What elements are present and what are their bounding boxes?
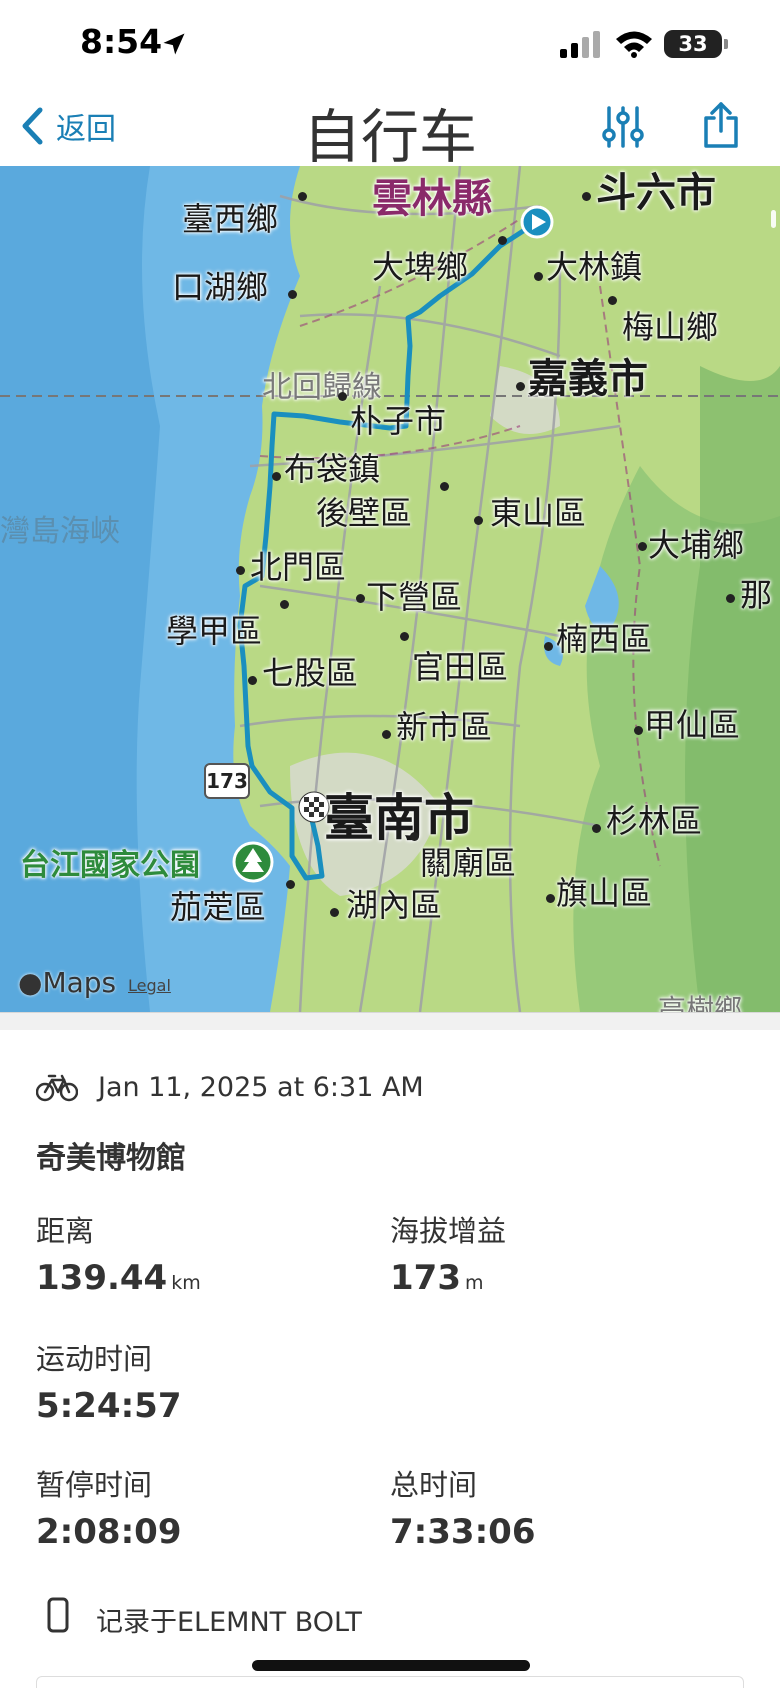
- map-label-douliu: 斗六市: [596, 170, 716, 216]
- ride-date: Jan 11, 2025 at 6:31 AM: [98, 1072, 424, 1103]
- elevation-number: 173: [390, 1258, 461, 1298]
- maps-logo-text: Maps: [42, 966, 117, 999]
- map-dot: [248, 676, 257, 685]
- map-dot: [288, 290, 297, 299]
- apple-icon: ●: [18, 966, 43, 999]
- location-arrow-icon: [163, 33, 185, 55]
- map-label-budai: 布袋鎮: [284, 450, 381, 488]
- map-dot: [634, 726, 643, 735]
- map-label-qieding: 茄萣區: [170, 888, 267, 926]
- device-text: 记录于ELEMNT BOLT: [96, 1607, 362, 1638]
- map-label-dapi: 大埤鄉: [372, 248, 469, 286]
- paused-time-label: 暂停时间: [36, 1468, 153, 1502]
- map-dot: [546, 894, 555, 903]
- map-dot: [298, 192, 307, 201]
- map-dot: [410, 832, 419, 841]
- total-time-label: 总时间: [390, 1468, 478, 1502]
- map-label-gaoshu: 高樹鄉: [658, 993, 743, 1012]
- map-dot: [338, 392, 347, 401]
- map-label-qigu: 七股區: [262, 654, 359, 692]
- map-dot: [272, 472, 281, 481]
- map-label-taixi: 臺西鄉: [182, 200, 279, 238]
- map-dot: [330, 908, 339, 917]
- share-icon[interactable]: [700, 100, 742, 150]
- paused-time-value: 2:08:09: [36, 1512, 182, 1552]
- section-divider: [0, 1012, 780, 1030]
- ride-name: 奇美博物館: [36, 1141, 186, 1176]
- map-label-chiayi: 嘉義市: [528, 356, 648, 402]
- elevation-unit: m: [464, 1272, 484, 1294]
- route-map[interactable]: 雲林縣 斗六市 臺西鄉 大埤鄉 大林鎮 口湖鄉 梅山鄉 北回歸線 嘉義市 朴子市…: [0, 166, 780, 1012]
- route-shield: 173: [204, 763, 250, 799]
- map-label-guantian: 官田區: [412, 648, 509, 686]
- map-dot: [286, 880, 295, 889]
- map-label-guanmiao: 關廟區: [420, 844, 517, 882]
- map-label-jiaxian: 甲仙區: [644, 706, 741, 744]
- map-dot: [356, 594, 365, 603]
- map-dot: [440, 482, 449, 491]
- distance-number: 139.44: [36, 1258, 168, 1298]
- map-dot: [726, 594, 735, 603]
- map-dot: [592, 824, 601, 833]
- map-label-qishan: 旗山區: [556, 874, 653, 912]
- map-dot: [582, 192, 591, 201]
- distance-value: 139.44 km: [36, 1258, 201, 1298]
- map-dot: [280, 600, 289, 609]
- map-dot: [498, 236, 507, 245]
- bottom-card: [36, 1676, 744, 1688]
- bicycle-icon: [36, 1074, 78, 1102]
- map-label-nanxi: 楠西區: [556, 620, 653, 658]
- map-dot: [474, 516, 483, 525]
- sliders-icon[interactable]: [600, 104, 646, 150]
- page-title: 自行车: [302, 103, 477, 171]
- map-dot: [382, 730, 391, 739]
- map-label-shanlin: 杉林區: [606, 802, 703, 840]
- total-time-value: 7:33:06: [390, 1512, 536, 1552]
- map-dot: [544, 642, 553, 651]
- device-icon: [47, 1597, 69, 1633]
- map-label-kouhu: 口湖鄉: [172, 268, 269, 306]
- map-label-puzi: 朴子市: [350, 402, 447, 440]
- tree-icon: [232, 841, 274, 883]
- battery-icon: 33: [664, 30, 728, 58]
- elevation-value: 173 m: [390, 1258, 484, 1298]
- wifi-icon: [616, 31, 652, 58]
- map-label-na: 那: [740, 576, 773, 614]
- map-label-dalin: 大林鎮: [546, 248, 643, 286]
- map-dot: [534, 272, 543, 281]
- map-dot: [516, 382, 525, 391]
- map-scrollbar: [771, 210, 776, 228]
- legal-link[interactable]: Legal: [128, 976, 171, 995]
- status-bar: 8:54 33: [0, 0, 780, 90]
- distance-label: 距离: [36, 1214, 95, 1248]
- map-label-yunlin: 雲林縣: [372, 176, 492, 222]
- distance-unit: km: [171, 1272, 201, 1294]
- moving-time-label: 运动时间: [36, 1342, 153, 1376]
- map-dot: [236, 566, 245, 575]
- map-dot: [638, 542, 647, 551]
- moving-time-value: 5:24:57: [36, 1386, 182, 1426]
- status-time: 8:54: [80, 22, 163, 61]
- map-label-hunei: 湖內區: [346, 886, 443, 924]
- map-label-xuejia: 學甲區: [166, 612, 263, 650]
- map-dot: [608, 296, 617, 305]
- map-label-xinshi: 新市區: [396, 708, 493, 746]
- map-label-park: 台江國家公園: [20, 848, 200, 883]
- maps-logo: ●Maps: [18, 966, 116, 999]
- map-label-dapu: 大埔鄉: [648, 526, 745, 564]
- start-play-icon: [520, 205, 554, 239]
- map-label-houbi: 後壁區: [316, 494, 413, 532]
- navigation-bar: 返回 自行车: [0, 90, 780, 171]
- signal-icon: [560, 31, 600, 58]
- map-label-beimen: 北門區: [250, 548, 347, 586]
- map-label-strait: 灣島海峽: [0, 514, 120, 549]
- map-dot: [400, 632, 409, 641]
- map-label-meishan: 梅山鄉: [622, 308, 719, 346]
- home-indicator: [252, 1660, 530, 1671]
- elevation-label: 海拔增益: [390, 1214, 507, 1248]
- map-label-dongshan: 東山區: [490, 494, 587, 532]
- map-label-xiaying: 下營區: [366, 578, 463, 616]
